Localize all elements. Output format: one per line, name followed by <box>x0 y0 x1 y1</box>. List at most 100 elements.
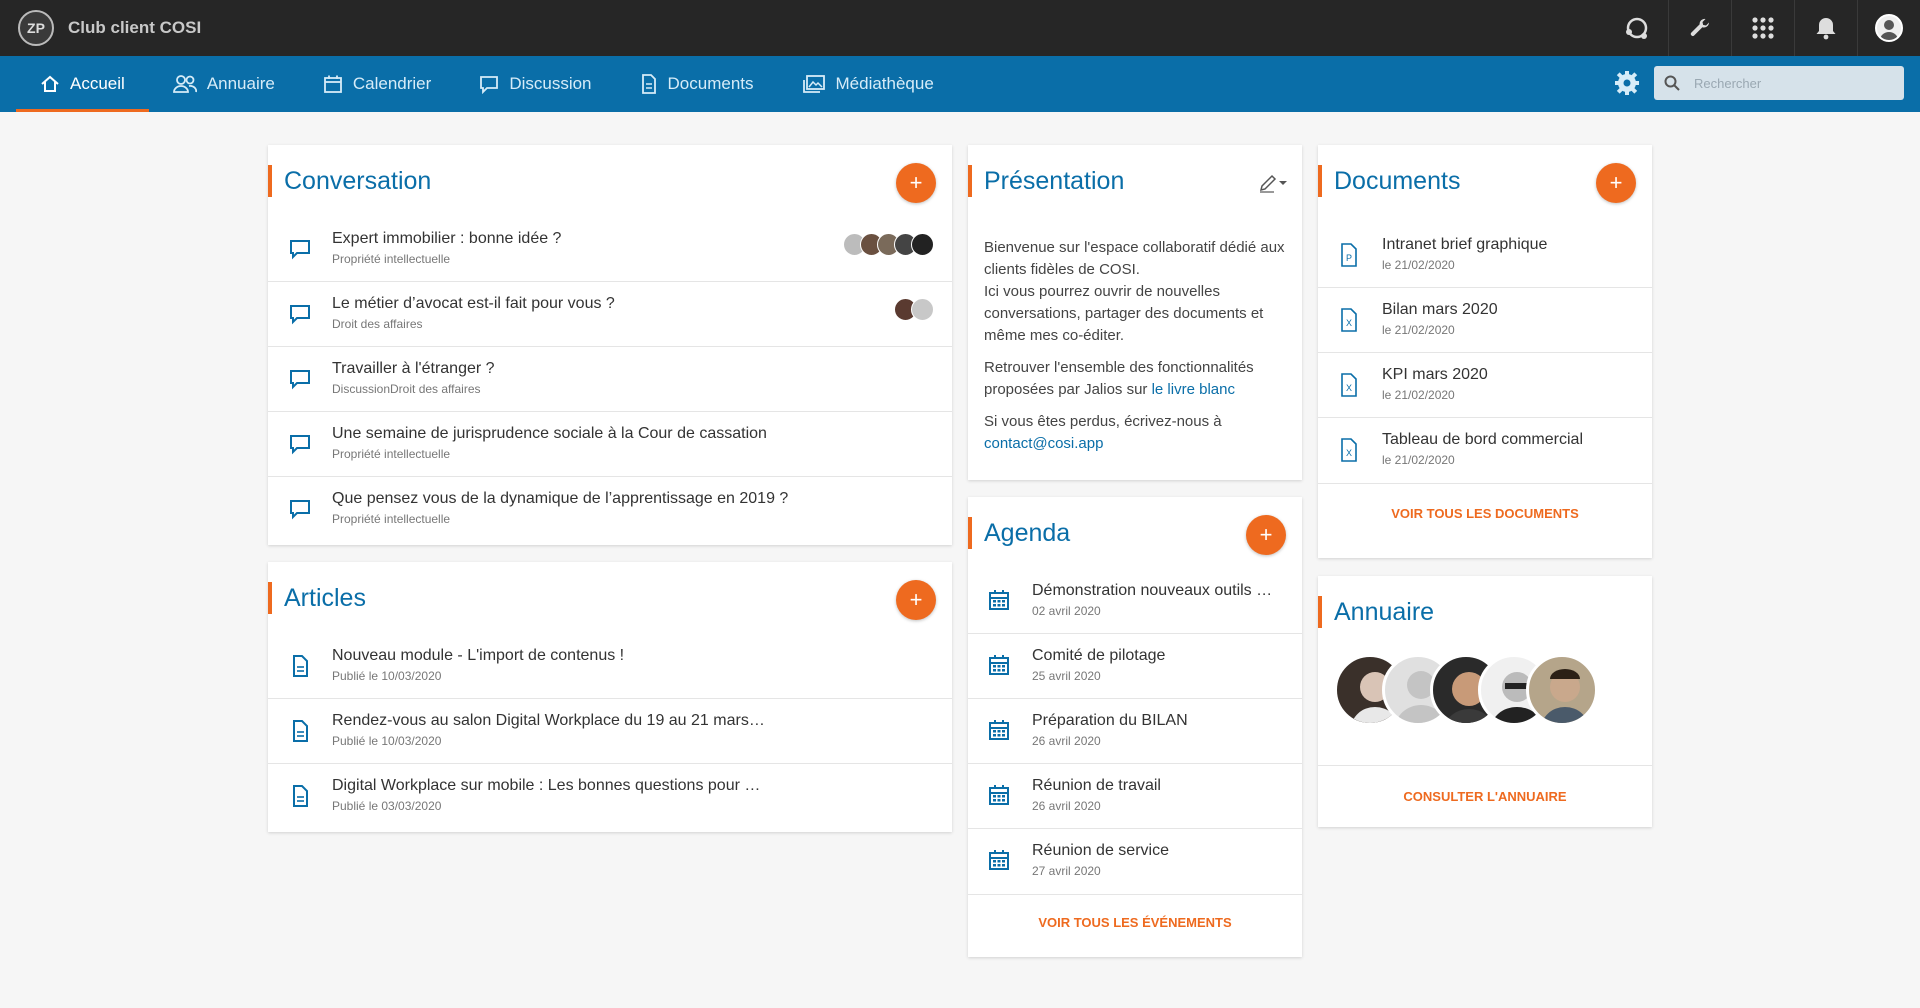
search-icon <box>1664 75 1680 91</box>
svg-text:P: P <box>1346 253 1352 263</box>
documents-title: Documents <box>1334 166 1461 195</box>
list-item[interactable]: Démonstration nouveaux outils … 02 avril… <box>968 569 1302 634</box>
search-box <box>1654 66 1904 100</box>
list-item[interactable]: Réunion de travail 26 avril 2020 <box>968 764 1302 829</box>
calendar-icon <box>989 590 1009 610</box>
add-article-button[interactable]: + <box>896 580 936 620</box>
nav-calendrier-label: Calendrier <box>352 74 432 93</box>
item-subtitle: Publié le 10/03/2020 <box>332 734 442 748</box>
agenda-header: Agenda + <box>968 497 1302 569</box>
articles-list: Nouveau module - L'import de contenus ! … <box>268 634 952 829</box>
item-title: Travailler à l'étranger ? <box>332 360 495 377</box>
list-item[interactable]: Nouveau module - L'import de contenus ! … <box>268 634 952 699</box>
item-subtitle: Propriété intellectuelle <box>332 447 451 461</box>
presentation-welcome: Bienvenue sur l'espace collaboratif dédi… <box>984 239 1285 278</box>
articles-card: Articles + Nouveau module - L'import de … <box>268 562 952 832</box>
item-subtitle: le 21/02/2020 <box>1382 258 1455 272</box>
list-item[interactable]: Que pensez vous de la dynamique de l’app… <box>268 477 952 542</box>
list-item[interactable]: X Bilan mars 2020 le 21/02/2020 <box>1318 288 1652 353</box>
list-item[interactable]: Rendez-vous au salon Digital Workplace d… <box>268 699 952 764</box>
view-all-documents-link[interactable]: VOIR TOUS LES DOCUMENTS <box>1318 483 1652 543</box>
calendar-icon <box>989 785 1009 805</box>
list-item[interactable]: Digital Workplace sur mobile : Les bonne… <box>268 764 952 829</box>
spreadsheet-file-icon: X <box>1341 308 1357 332</box>
edit-menu-button[interactable] <box>1258 173 1288 193</box>
chat-bubble-icon <box>290 240 310 260</box>
apps-grid-icon[interactable] <box>1731 0 1794 56</box>
presentation-title: Présentation <box>984 166 1125 195</box>
settings-gear-icon[interactable] <box>1614 70 1640 101</box>
conversation-title: Conversation <box>284 166 432 195</box>
app-logo[interactable]: ZP <box>18 10 54 46</box>
list-item[interactable]: P Intranet brief graphique le 21/02/2020 <box>1318 223 1652 288</box>
list-item[interactable]: Une semaine de jurisprudence sociale à l… <box>268 412 952 477</box>
nav-calendrier[interactable]: Calendrier <box>299 56 455 112</box>
item-subtitle: Propriété intellectuelle <box>332 252 451 266</box>
chat-bubble-icon <box>290 370 310 390</box>
agenda-title: Agenda <box>984 518 1071 547</box>
calendar-icon <box>323 75 342 93</box>
avatar[interactable] <box>1526 654 1598 726</box>
add-conversation-button[interactable]: + <box>896 163 936 203</box>
search-input[interactable] <box>1694 75 1884 91</box>
top-icons <box>1605 0 1920 56</box>
chat-bubble-icon <box>290 435 310 455</box>
conversation-list: Expert immobilier : bonne idée ? Proprié… <box>268 217 952 542</box>
document-icon <box>641 74 656 94</box>
nav-accueil-label: Accueil <box>70 74 125 93</box>
item-title: Comité de pilotage <box>1032 647 1166 664</box>
item-subtitle: 25 avril 2020 <box>1032 669 1101 683</box>
bell-icon[interactable] <box>1794 0 1857 56</box>
calendar-icon <box>989 850 1009 870</box>
powerpoint-file-icon: P <box>1341 243 1357 267</box>
item-title: KPI mars 2020 <box>1382 366 1488 383</box>
avatar <box>911 233 934 256</box>
pencil-icon <box>1259 174 1277 193</box>
nav-annuaire-label: Annuaire <box>206 74 275 93</box>
view-all-events-link[interactable]: VOIR TOUS LES ÉVÉNEMENTS <box>968 894 1302 950</box>
nav-accueil[interactable]: Accueil <box>16 56 149 112</box>
item-subtitle: le 21/02/2020 <box>1382 388 1455 402</box>
directory-avatars <box>1318 648 1652 766</box>
wrench-icon[interactable] <box>1668 0 1731 56</box>
list-item[interactable]: Comité de pilotage 25 avril 2020 <box>968 634 1302 699</box>
consult-directory-link[interactable]: CONSULTER L'ANNUAIRE <box>1318 766 1652 826</box>
add-event-button[interactable]: + <box>1246 515 1286 555</box>
nav-discussion[interactable]: Discussion <box>455 56 615 112</box>
support-icon[interactable] <box>1605 0 1668 56</box>
articles-header: Articles + <box>268 562 952 634</box>
nav-documents[interactable]: Documents <box>616 56 778 112</box>
agenda-card: Agenda + Démonstration nouveaux outils …… <box>968 497 1302 957</box>
list-item[interactable]: Le métier d’avocat est-il fait pour vous… <box>268 282 952 347</box>
main-nav: Accueil Annuaire Calendrier Discussion D… <box>0 56 1920 112</box>
participants-avatars <box>843 233 934 256</box>
item-title: Que pensez vous de la dynamique de l’app… <box>332 490 789 507</box>
item-title: Rendez-vous au salon Digital Workplace d… <box>332 712 765 729</box>
nav-mediatheque[interactable]: Médiathèque <box>778 56 958 112</box>
item-subtitle: 02 avril 2020 <box>1032 604 1101 618</box>
presentation-intro: Ici vous pourrez ouvrir de nouvelles con… <box>984 283 1264 344</box>
user-avatar[interactable] <box>1857 0 1920 56</box>
presentation-paragraph: Retrouver l'ensemble des fonctionnalités… <box>984 357 1286 401</box>
list-item[interactable]: Préparation du BILAN 26 avril 2020 <box>968 699 1302 764</box>
add-document-button[interactable]: + <box>1596 163 1636 203</box>
item-subtitle: 26 avril 2020 <box>1032 734 1101 748</box>
nav-annuaire[interactable]: Annuaire <box>149 56 299 112</box>
item-title: Bilan mars 2020 <box>1382 301 1498 318</box>
list-item[interactable]: X KPI mars 2020 le 21/02/2020 <box>1318 353 1652 418</box>
item-subtitle: Droit des affaires <box>332 317 423 331</box>
article-icon <box>293 655 308 677</box>
list-item[interactable]: Expert immobilier : bonne idée ? Proprié… <box>268 217 952 282</box>
conversation-card: Conversation + Expert immobilier : bonne… <box>268 145 952 545</box>
item-subtitle: Publié le 10/03/2020 <box>332 669 442 683</box>
svg-text:X: X <box>1346 318 1352 328</box>
item-title: Nouveau module - L'import de contenus ! <box>332 647 625 664</box>
white-paper-link[interactable]: le livre blanc <box>1152 381 1235 398</box>
conversation-header: Conversation + <box>268 145 952 217</box>
list-item[interactable]: X Tableau de bord commercial le 21/02/20… <box>1318 418 1652 483</box>
list-item[interactable]: Travailler à l'étranger ? DiscussionDroi… <box>268 347 952 412</box>
list-item[interactable]: Réunion de service 27 avril 2020 <box>968 829 1302 894</box>
presentation-paragraph: Si vous êtes perdus, écrivez-nous à cont… <box>984 411 1286 455</box>
item-subtitle: le 21/02/2020 <box>1382 453 1455 467</box>
contact-email-link[interactable]: contact@cosi.app <box>984 435 1103 452</box>
